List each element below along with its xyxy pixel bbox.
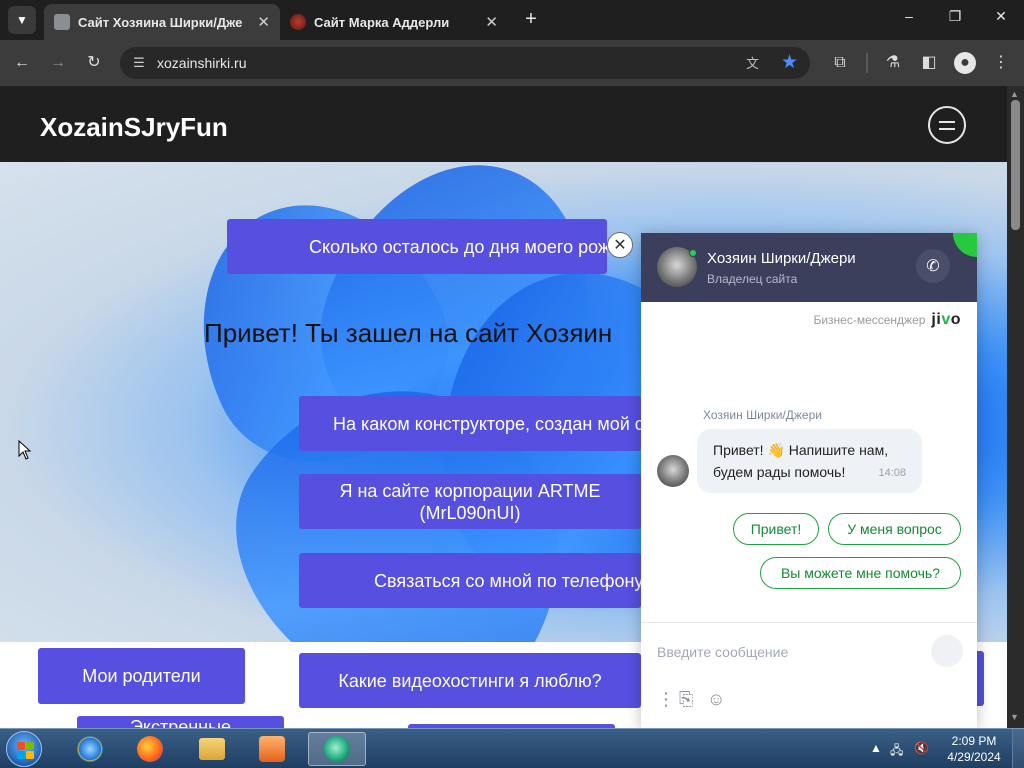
scroll-up-arrow-icon[interactable]: ▲ [1010, 89, 1019, 99]
taskbar-explorer[interactable] [186, 732, 238, 766]
agent-name: Хозяин Ширки/Джери [707, 250, 856, 267]
windows-logo-icon [17, 742, 25, 750]
phone-contact-button[interactable]: Связаться со мной по телефону [299, 553, 641, 608]
quick-reply-help[interactable]: Вы можете мне помочь? [760, 557, 961, 589]
back-arrow-icon[interactable]: ← [11, 52, 33, 74]
address-bar[interactable]: ☰ xozainshirki.ru 文 ★ [120, 47, 810, 79]
reload-icon[interactable]: ↻ [83, 52, 105, 74]
bookmark-star-icon[interactable]: ★ [781, 51, 798, 74]
tray-expand-icon[interactable]: ▲ [870, 741, 882, 755]
page-scrollbar[interactable]: ▲ ▼ [1007, 86, 1024, 728]
emoji-icon[interactable]: ☺ [707, 689, 725, 710]
message-bubble: Привет! 👋 Напишите нам, будем рады помоч… [697, 429, 922, 493]
phone-icon: ✆ [926, 258, 940, 275]
message-text-line1: Привет! 👋 Напишите нам, [713, 442, 889, 458]
site-logo[interactable]: XozainSJryFun [40, 112, 228, 143]
firefox-icon [137, 736, 163, 762]
start-button[interactable] [6, 731, 42, 767]
emergency-button[interactable]: Экстренные [77, 716, 284, 728]
attach-paperclip-icon[interactable]: ⎘ [679, 689, 693, 710]
close-icon: ✕ [613, 237, 627, 254]
hamburger-line [939, 121, 955, 123]
message-input[interactable]: Введите сообщение [657, 644, 788, 660]
tab-close-icon[interactable]: ✕ [485, 13, 498, 31]
message-time: 14:08 [878, 467, 906, 479]
tab-search-button[interactable]: ▼ [8, 6, 36, 34]
tab-close-icon[interactable]: ✕ [257, 13, 270, 31]
internet-explorer-icon [77, 736, 103, 762]
page-title: Привет! Ты зашел на сайт Хозяин [204, 318, 613, 348]
new-tab-button[interactable]: + [520, 8, 542, 30]
chat-widget: Хозяин Ширки/Джери Владелец сайта ✆ Бизн… [641, 233, 977, 728]
site-favicon-icon [290, 14, 306, 30]
minimize-button[interactable]: – [894, 8, 924, 24]
chevron-down-icon: ▼ [16, 13, 28, 27]
taskbar-firefox[interactable] [124, 732, 176, 766]
tab-xozain[interactable]: Сайт Хозяина Ширки/Джери ✕ [44, 4, 280, 40]
taskbar-internet-explorer[interactable] [64, 732, 116, 766]
agent-role: Владелец сайта [707, 272, 798, 286]
online-indicator-corner [953, 233, 977, 257]
scroll-thumb[interactable] [1011, 100, 1020, 230]
jivo-logo: jivo [931, 311, 961, 328]
more-options-icon[interactable]: ⋮ [657, 689, 675, 710]
quick-reply-question[interactable]: У меня вопрос [828, 513, 961, 545]
message-text-line2: будем рады помочь! [713, 464, 846, 480]
mouse-cursor-icon [18, 440, 32, 460]
message-avatar [657, 455, 689, 487]
artme-button-line1: Я на сайте корпорации ARTME [339, 480, 601, 501]
parents-button[interactable]: Мои родители [38, 648, 245, 704]
tab-label: Сайт Хозяина Ширки/Джери [78, 14, 243, 30]
volume-muted-icon[interactable]: 🔇 [914, 741, 929, 755]
jivo-brand[interactable]: Бизнес-мессенджер jivo [813, 311, 961, 329]
site-favicon-icon [54, 14, 70, 30]
system-clock[interactable]: 2:09 PM 4/29/2024 [944, 733, 1004, 765]
extensions-puzzle-icon[interactable]: ⧉ [829, 52, 851, 74]
side-panel-icon[interactable]: ◧ [918, 52, 940, 74]
chat-divider [641, 622, 977, 623]
folder-icon [199, 738, 225, 760]
chat-header: Хозяин Ширки/Джери Владелец сайта ✆ [641, 233, 977, 302]
call-button[interactable]: ✆ [916, 249, 950, 283]
send-button[interactable] [931, 635, 963, 667]
browser-tab-strip: ▼ Сайт Хозяина Ширки/Джери ✕ Сайт Марка … [0, 0, 1024, 40]
hamburger-line [939, 128, 955, 130]
clock-time: 2:09 PM [951, 734, 997, 748]
browser-app-icon [324, 736, 350, 762]
restore-button[interactable]: ❐ [940, 8, 970, 25]
forward-arrow-icon[interactable]: → [47, 52, 69, 74]
quick-reply-hello[interactable]: Привет! [733, 513, 819, 545]
toolbar-divider [866, 53, 868, 73]
birthday-countdown-button[interactable]: Сколько осталось до дня моего рож [227, 219, 607, 274]
hamburger-menu-button[interactable] [928, 106, 966, 144]
os-taskbar: ▲ 🖧 🔇 2:09 PM 4/29/2024 [0, 728, 1024, 768]
media-player-icon [259, 736, 285, 762]
brand-text: Бизнес-мессенджер [813, 313, 926, 327]
tab-mark-adderley[interactable]: Сайт Марка Аддерли ✕ [280, 4, 508, 40]
translate-icon[interactable]: 文 [746, 53, 766, 73]
site-info-icon[interactable]: ☰ [130, 54, 148, 72]
labs-flask-icon[interactable]: ⚗ [882, 52, 904, 74]
constructor-button[interactable]: На каком конструкторе, создан мой с [299, 396, 641, 451]
site-header: XozainSJryFun [0, 86, 1007, 162]
videohosting-button[interactable]: Какие видеохостинги я люблю? [299, 653, 641, 708]
scroll-down-arrow-icon[interactable]: ▼ [1010, 712, 1019, 722]
message-sender: Хозяин Ширки/Джери [703, 408, 822, 422]
artme-button-line2: (MrL090nUI) [419, 502, 521, 523]
network-icon[interactable]: 🖧 [890, 741, 903, 762]
tab-label: Сайт Марка Аддерли [314, 14, 450, 30]
chat-close-button[interactable]: ✕ [607, 232, 633, 258]
show-desktop-button[interactable] [1012, 729, 1024, 768]
artme-button[interactable]: Я на сайте корпорации ARTME (MrL090nUI) [299, 474, 641, 529]
browser-menu-kebab-icon[interactable]: ⋮ [990, 52, 1012, 74]
online-status-dot [689, 249, 697, 257]
window-close-button[interactable]: ✕ [986, 8, 1016, 25]
taskbar-chrome-active[interactable] [308, 732, 366, 766]
taskbar-media-player[interactable] [246, 732, 298, 766]
profile-avatar-icon[interactable]: ● [954, 52, 976, 74]
url-text: xozainshirki.ru [157, 55, 247, 71]
clock-date: 4/29/2024 [947, 750, 1001, 764]
